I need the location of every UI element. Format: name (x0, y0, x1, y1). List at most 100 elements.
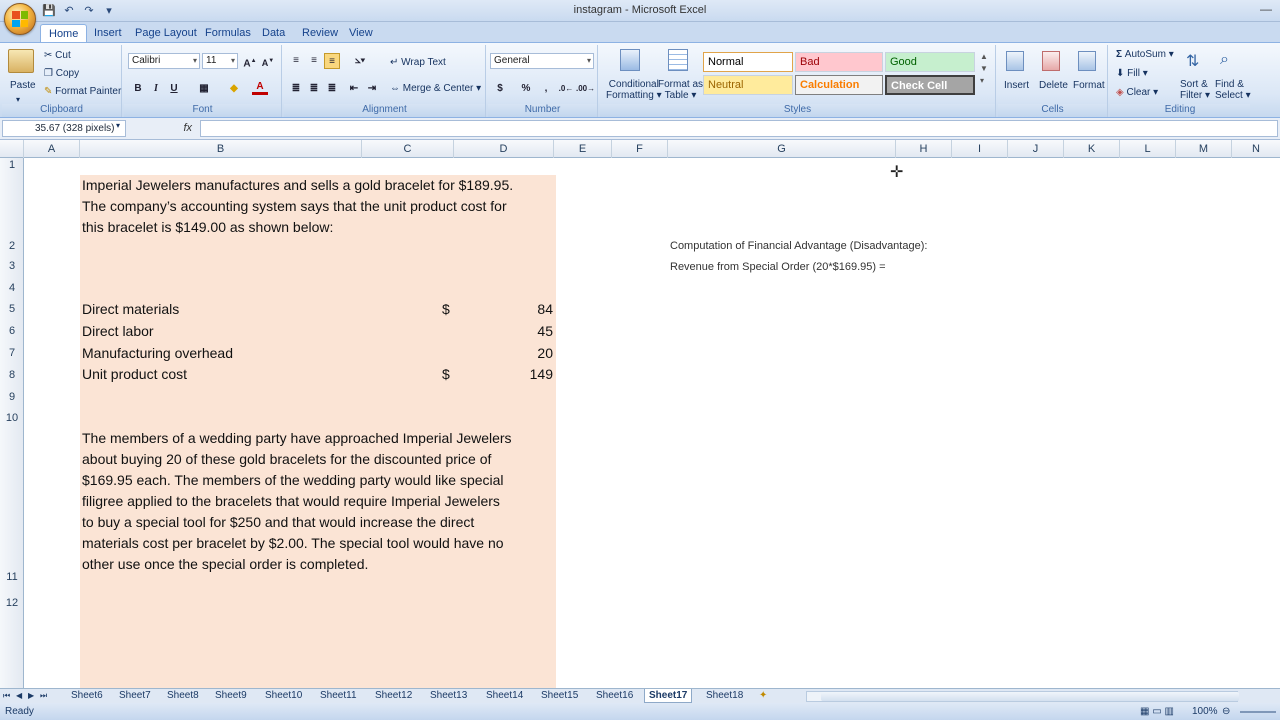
formula-input[interactable] (200, 120, 1278, 137)
zoom-level[interactable]: 100% (1192, 703, 1218, 720)
paste-button[interactable]: Paste (10, 80, 36, 91)
horizontal-scroll-thumb[interactable] (821, 692, 1239, 701)
column-header-f[interactable]: F (612, 140, 668, 158)
sheet-tab-sheet14[interactable]: Sheet14 (486, 689, 523, 703)
sort-filter-button[interactable]: Sort & Filter ▾ (1180, 79, 1210, 101)
insert-cells-button[interactable]: Insert (1004, 80, 1029, 91)
conditional-formatting-button[interactable]: Conditional Formatting ▾ (606, 79, 662, 101)
merge-center-button[interactable]: ⇔ Merge & Center ▾ (390, 83, 481, 94)
align-center-icon[interactable]: ≣ (306, 81, 322, 97)
name-box[interactable]: 35.67 (328 pixels) (2, 120, 126, 137)
sheet-tab-sheet13[interactable]: Sheet13 (430, 689, 467, 703)
style-good[interactable]: Good (885, 52, 975, 72)
decrease-indent-icon[interactable]: ⇤ (346, 81, 362, 97)
sheet-tab-sheet11[interactable]: Sheet11 (320, 689, 357, 703)
page-break-view-icon[interactable]: ▥ (1164, 706, 1173, 717)
normal-view-icon[interactable]: ▦ (1140, 706, 1149, 717)
copy-button[interactable]: ❐ Copy (44, 68, 79, 79)
select-all-corner[interactable] (0, 140, 24, 158)
page-layout-view-icon[interactable]: ▭ (1152, 706, 1161, 717)
sheet-tab-sheet7[interactable]: Sheet7 (119, 689, 151, 703)
prev-sheet-icon[interactable]: ◀ (16, 689, 22, 703)
column-header-h[interactable]: H (896, 140, 952, 158)
grow-font-icon[interactable]: A▲ (242, 53, 258, 69)
horizontal-scrollbar[interactable] (806, 691, 1239, 702)
last-sheet-icon[interactable]: ⏭ (40, 689, 47, 703)
tab-insert[interactable]: Insert (86, 24, 130, 42)
tab-data[interactable]: Data (254, 24, 293, 42)
align-left-icon[interactable]: ≣ (288, 81, 304, 97)
comma-style-button[interactable]: , (538, 81, 554, 97)
number-format-select[interactable]: General (490, 53, 594, 69)
zoom-slider[interactable] (1240, 711, 1276, 713)
font-color-icon[interactable]: A (252, 81, 268, 95)
style-check-cell[interactable]: Check Cell (885, 75, 975, 95)
format-as-table-icon[interactable] (668, 49, 688, 71)
next-sheet-icon[interactable]: ▶ (28, 689, 34, 703)
zoom-out-icon[interactable]: ⊖ (1222, 703, 1230, 720)
row-header-12[interactable]: 12 (0, 597, 24, 609)
row-header-8[interactable]: 8 (0, 369, 24, 381)
sheet-tab-sheet15[interactable]: Sheet15 (541, 689, 578, 703)
row-header-2[interactable]: 2 (0, 240, 24, 252)
sort-filter-icon[interactable]: ⇅ (1186, 51, 1199, 71)
column-header-k[interactable]: K (1064, 140, 1120, 158)
column-header-j[interactable]: J (1008, 140, 1064, 158)
row-header-3[interactable]: 3 (0, 260, 24, 272)
clear-button[interactable]: ◈ Clear ▾ (1116, 87, 1158, 98)
sheet-tab-sheet8[interactable]: Sheet8 (167, 689, 199, 703)
percent-button[interactable]: % (518, 81, 534, 97)
decrease-decimal-icon[interactable]: .00→ (576, 81, 595, 97)
insert-function-icon[interactable]: fx (128, 120, 198, 137)
tab-page-layout[interactable]: Page Layout (127, 24, 205, 42)
style-neutral[interactable]: Neutral (703, 75, 793, 95)
tab-view[interactable]: View (341, 24, 381, 42)
increase-indent-icon[interactable]: ⇥ (364, 81, 380, 97)
column-header-e[interactable]: E (554, 140, 612, 158)
tab-home[interactable]: Home (40, 24, 88, 42)
fill-button[interactable]: ⬇ Fill ▾ (1116, 68, 1148, 79)
increase-decimal-icon[interactable]: .0← (558, 81, 574, 97)
sheet-tab-sheet10[interactable]: Sheet10 (265, 689, 302, 703)
sheet-tab-sheet16[interactable]: Sheet16 (596, 689, 633, 703)
autosum-button[interactable]: Σ AutoSum ▾ (1116, 49, 1174, 60)
sheet-tab-sheet6[interactable]: Sheet6 (71, 689, 103, 703)
row-header-6[interactable]: 6 (0, 325, 24, 337)
row-header-5[interactable]: 5 (0, 303, 24, 315)
format-painter-button[interactable]: ✎ Format Painter (44, 86, 121, 97)
align-top-icon[interactable]: ≡ (288, 53, 304, 69)
column-header-c[interactable]: C (362, 140, 454, 158)
style-normal[interactable]: Normal (703, 52, 793, 72)
column-header-n[interactable]: N (1232, 140, 1280, 158)
row-header-9[interactable]: 9 (0, 391, 24, 403)
column-header-d[interactable]: D (454, 140, 554, 158)
currency-button[interactable]: $ (492, 81, 508, 97)
orientation-icon[interactable]: ⦣▾ (348, 53, 372, 69)
bold-button[interactable]: B (130, 81, 146, 97)
row-header-1[interactable]: 1 (0, 159, 24, 171)
font-family-select[interactable]: Calibri (128, 53, 200, 69)
format-cells-icon[interactable] (1078, 51, 1096, 71)
minimize-icon[interactable]: — (1260, 2, 1272, 16)
shrink-font-icon[interactable]: A▼ (260, 53, 276, 69)
conditional-formatting-icon[interactable] (620, 49, 640, 71)
style-bad[interactable]: Bad (795, 52, 883, 72)
insert-cells-icon[interactable] (1006, 51, 1024, 71)
column-header-m[interactable]: M (1176, 140, 1232, 158)
sheet-tab-sheet18[interactable]: Sheet18 (706, 689, 743, 703)
delete-cells-icon[interactable] (1042, 51, 1060, 71)
cut-button[interactable]: ✂ Cut (44, 50, 71, 61)
underline-button[interactable]: U (166, 81, 182, 97)
row-header-10[interactable]: 10 (0, 412, 24, 424)
insert-sheet-icon[interactable]: ✦ (759, 689, 767, 703)
column-header-i[interactable]: I (952, 140, 1008, 158)
styles-scroll-icon[interactable]: ▲ ▼ ▾ (980, 51, 988, 87)
column-header-b[interactable]: B (80, 140, 362, 158)
row-header-7[interactable]: 7 (0, 347, 24, 359)
style-calculation[interactable]: Calculation (795, 75, 883, 95)
sheet-tab-sheet9[interactable]: Sheet9 (215, 689, 247, 703)
borders-icon[interactable]: ▦ (196, 81, 212, 97)
format-cells-button[interactable]: Format (1073, 80, 1105, 91)
tab-formulas[interactable]: Formulas (197, 24, 259, 42)
paste-dropdown-icon[interactable]: ▾ (16, 95, 20, 104)
